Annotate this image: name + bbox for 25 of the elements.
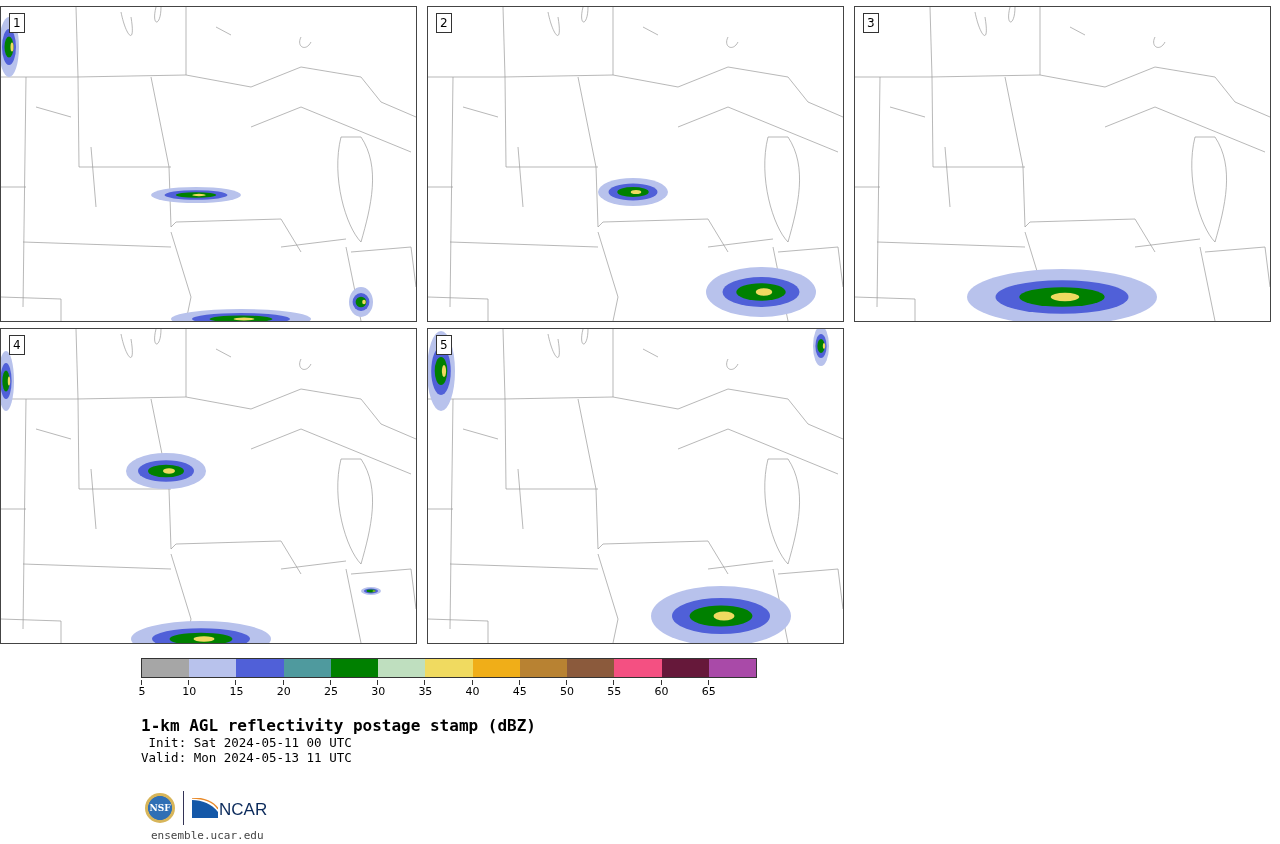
valid-time: Valid: Mon 2024-05-13 11 UTC bbox=[141, 750, 353, 765]
tick-label: 45 bbox=[512, 685, 527, 698]
tick-label: 20 bbox=[276, 685, 291, 698]
tick-label: 40 bbox=[465, 685, 480, 698]
tick-label: 60 bbox=[654, 685, 669, 698]
tick-label: 15 bbox=[229, 685, 244, 698]
panel-number: 2 bbox=[436, 13, 452, 33]
tick-label: 5 bbox=[138, 685, 146, 698]
tick-label: 25 bbox=[323, 685, 338, 698]
tick-label: 50 bbox=[560, 685, 575, 698]
swoosh-icon bbox=[192, 798, 218, 818]
nsf-logo: NSF bbox=[145, 793, 175, 823]
tick-label: 35 bbox=[418, 685, 433, 698]
init-time: Init: Sat 2024-05-11 00 UTC bbox=[147, 735, 353, 750]
tick-label: 65 bbox=[701, 685, 716, 698]
website-url: ensemble.ucar.edu bbox=[151, 829, 265, 842]
tick-label: 30 bbox=[371, 685, 386, 698]
chart-title: 1-km AGL reflectivity postage stamp (dBZ) bbox=[141, 716, 537, 735]
ncar-wordmark: NCAR bbox=[219, 801, 268, 818]
tick-label: 55 bbox=[607, 685, 622, 698]
panel-number: 4 bbox=[9, 335, 25, 355]
panel-number: 5 bbox=[436, 335, 452, 355]
panel-number: 3 bbox=[863, 13, 879, 33]
panel-number: 1 bbox=[9, 13, 25, 33]
tick-label: 10 bbox=[182, 685, 197, 698]
